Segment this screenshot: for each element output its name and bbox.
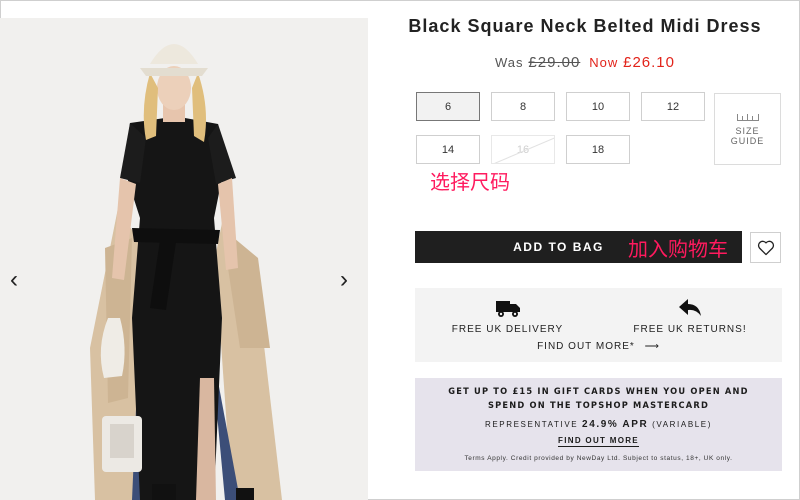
size-option-12[interactable]: 12 <box>641 92 705 121</box>
product-title: Black Square Neck Belted Midi Dress <box>408 16 762 36</box>
promo-headline: GET UP TO £15 IN GIFT CARDS WHEN YOU OPE… <box>448 387 749 411</box>
find-out-more-link[interactable]: FIND OUT MORE* ⟶ <box>415 341 782 352</box>
size-option-10[interactable]: 10 <box>566 92 630 121</box>
chevron-left-icon: ‹ <box>10 266 18 293</box>
product-image <box>0 18 368 500</box>
free-delivery-label: FREE UK DELIVERY <box>451 324 564 335</box>
heart-icon <box>757 240 774 255</box>
prev-image-button[interactable]: ‹ <box>10 268 18 292</box>
now-price: £26.10 <box>623 54 675 71</box>
size-guide-line2: GUIDE <box>730 136 765 146</box>
now-label: Now <box>589 55 619 70</box>
was-price: £29.00 <box>528 54 581 71</box>
size-guide-button[interactable]: SIZE GUIDE <box>714 93 781 165</box>
mastercard-promo-banner: GET UP TO £15 IN GIFT CARDS WHEN YOU OPE… <box>415 378 782 471</box>
delivery-info-panel: FREE UK DELIVERY FREE UK RETURNS! FIND O… <box>415 288 782 362</box>
size-option-14[interactable]: 14 <box>416 135 480 164</box>
promo-apr: REPRESENTATIVE 24.9% APR (VARIABLE) <box>484 419 713 430</box>
size-guide-line1: SIZE <box>735 126 760 136</box>
size-option-18[interactable]: 18 <box>566 135 630 164</box>
add-to-bag-label: ADD TO BAG <box>513 240 604 254</box>
free-returns-block: FREE UK RETURNS! <box>625 298 755 335</box>
size-option-8[interactable]: 8 <box>491 92 555 121</box>
add-to-cart-annotation: 加入购物车 <box>628 239 728 261</box>
size-option-6[interactable]: 6 <box>416 92 480 121</box>
was-label: Was <box>495 55 524 70</box>
arrow-right-icon: ⟶ <box>644 341 660 352</box>
price-block: Was £29.00 Now £26.10 <box>370 54 800 71</box>
size-option-16: 16 <box>491 135 555 164</box>
truck-icon <box>495 301 520 317</box>
free-returns-label: FREE UK RETURNS! <box>633 324 747 335</box>
next-image-button[interactable]: › <box>340 268 348 292</box>
free-delivery-block: FREE UK DELIVERY <box>445 298 570 335</box>
promo-find-out-more-link[interactable]: FIND OUT MORE <box>558 436 639 447</box>
return-arrow-icon <box>679 299 701 316</box>
chevron-right-icon: › <box>340 266 348 293</box>
wishlist-button[interactable] <box>750 232 781 263</box>
promo-terms: Terms Apply. Credit provided by NewDay L… <box>464 455 733 462</box>
ruler-icon <box>736 112 759 121</box>
choose-size-annotation: 选择尺码 <box>430 172 510 194</box>
